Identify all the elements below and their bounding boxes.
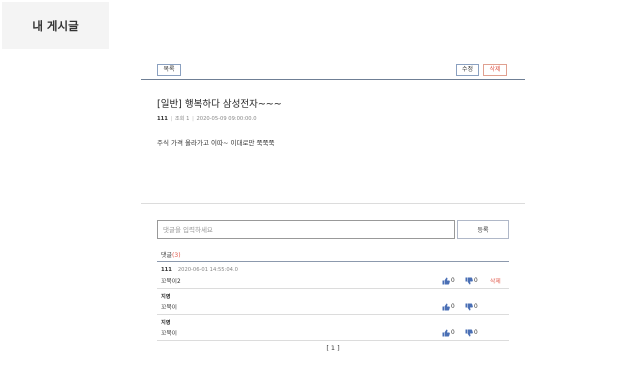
post-author: 111 xyxy=(157,116,168,122)
delete-button[interactable]: 삭제 xyxy=(483,64,507,76)
dislike-button[interactable]: 0 xyxy=(465,302,478,311)
dislike-count: 0 xyxy=(474,329,478,336)
comment-submit-button[interactable]: 등록 xyxy=(457,220,509,239)
dislike-count: 0 xyxy=(474,303,478,310)
comments-header: 댓글(3) xyxy=(161,250,181,259)
comments-count: (3) xyxy=(172,252,181,259)
meta-separator: | xyxy=(170,116,173,122)
comment-text: 꼬북이2 xyxy=(161,279,181,285)
thumbs-up-icon xyxy=(442,277,450,284)
comment-input[interactable] xyxy=(157,220,455,239)
dislike-button[interactable]: 0 xyxy=(465,328,478,337)
thumbs-down-icon xyxy=(465,303,473,310)
comment-author-line: 111 2020-06-01 14:55:04.0 xyxy=(161,267,238,273)
comments-header-label: 댓글 xyxy=(161,252,173,259)
comment-author-line: 지영 xyxy=(161,293,171,300)
comment-text: 꼬북이 xyxy=(161,331,177,337)
thumbs-up-icon xyxy=(442,329,450,336)
edit-button[interactable]: 수정 xyxy=(456,64,479,76)
like-count: 0 xyxy=(451,329,455,336)
post-views: 조회 1 xyxy=(174,116,190,122)
like-button[interactable]: 0 xyxy=(442,328,455,337)
thumbs-down-icon xyxy=(465,329,473,336)
post-detail-panel: 목록 수정 삭제 [일반] 행복하다 삼성전자~~~ 111 | 조회 1 | … xyxy=(141,0,525,367)
page-link-1[interactable]: [ 1 ] xyxy=(326,344,339,352)
thumbs-up-icon xyxy=(442,303,450,310)
like-count: 0 xyxy=(451,303,455,310)
post-meta: 111 | 조회 1 | 2020-05-09 09:00:00.0 xyxy=(157,115,257,122)
meta-separator: | xyxy=(192,116,194,122)
header-divider xyxy=(141,79,525,80)
dislike-count: 0 xyxy=(474,277,478,284)
like-button[interactable]: 0 xyxy=(442,276,455,285)
post-body: 주식 가격 올라가고 이따~ 이대로만 쭉쭉쭉 xyxy=(157,139,275,147)
comment-author: 111 xyxy=(161,267,172,273)
comment-text: 꼬북이 xyxy=(161,305,177,311)
thumbs-down-icon xyxy=(465,277,473,284)
post-date: 2020-05-09 09:00:00.0 xyxy=(196,116,257,122)
comments-divider xyxy=(157,261,509,262)
comment-author-line: 지영 xyxy=(161,319,171,326)
comment-item: 111 2020-06-01 14:55:04.0 꼬북이2 0 0 삭제 xyxy=(157,263,509,289)
comment-author: 지영 xyxy=(161,320,171,326)
comment-date: 2020-06-01 14:55:04.0 xyxy=(177,267,238,273)
content-divider xyxy=(141,203,525,204)
pagination: [ 1 ] xyxy=(141,344,525,352)
list-button[interactable]: 목록 xyxy=(157,64,181,76)
comment-author: 지영 xyxy=(161,294,171,300)
post-title: [일반] 행복하다 삼성전자~~~ xyxy=(157,99,282,110)
comment-item: 지영 꼬북이 0 0 xyxy=(157,289,509,315)
like-count: 0 xyxy=(451,277,455,284)
like-button[interactable]: 0 xyxy=(442,302,455,311)
sidebar-tab-my-posts[interactable]: 내 게시글 xyxy=(2,2,109,49)
sidebar-tab-label: 내 게시글 xyxy=(32,18,79,33)
comment-delete-button[interactable]: 삭제 xyxy=(490,276,501,285)
dislike-button[interactable]: 0 xyxy=(465,276,478,285)
comment-item: 지영 꼬북이 0 0 xyxy=(157,315,509,341)
